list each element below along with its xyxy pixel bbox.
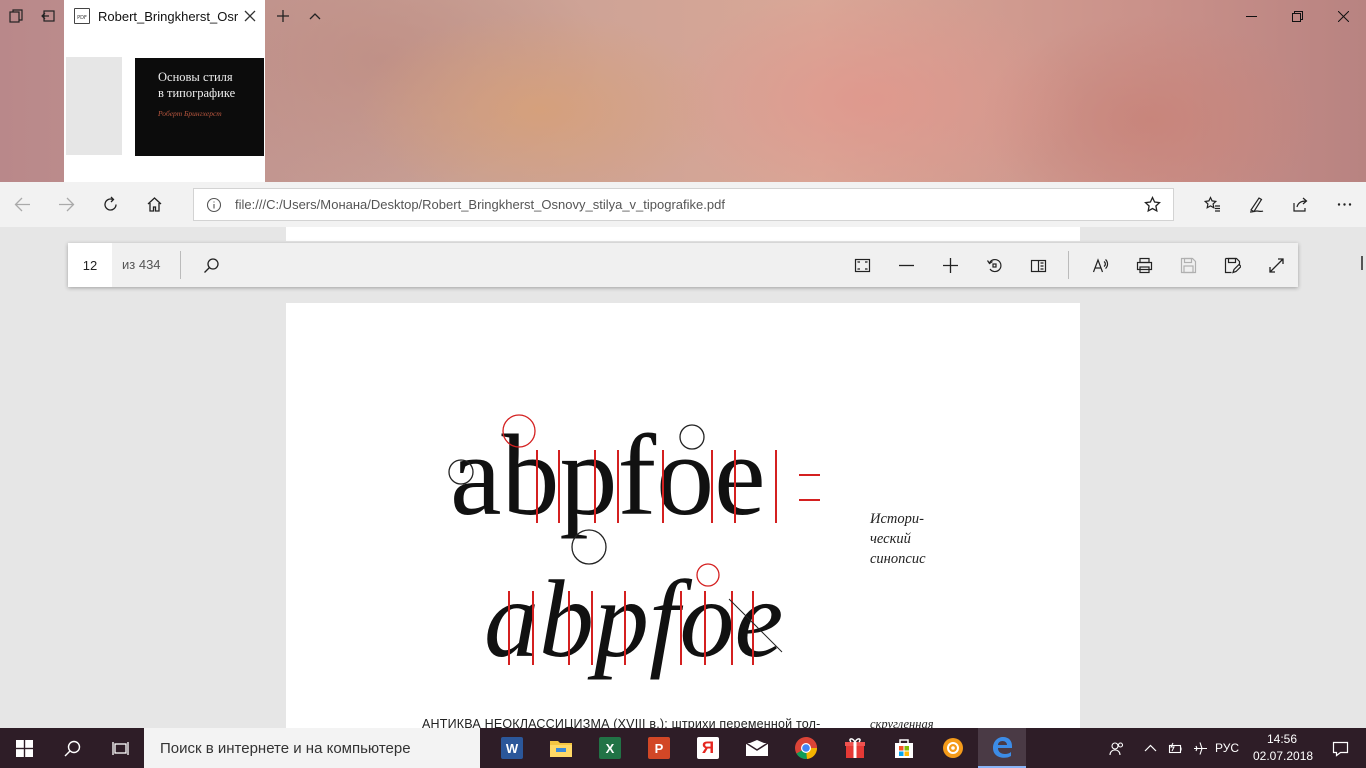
tab-preview: Основы стиля в типографике Роберт Брингх… (64, 57, 265, 157)
action-center-icon[interactable] (1316, 728, 1364, 768)
page-layout-icon[interactable] (1016, 243, 1060, 287)
pdf-page: abpfoe abpfoe Истори- ческий синопсис АН… (286, 303, 1080, 728)
letterform-figure: abpfoe abpfoe (448, 412, 820, 680)
clock-date: 02.07.2018 (1253, 749, 1314, 763)
store-app-icon[interactable] (880, 728, 928, 768)
pdf-toolbar: 12 из 434 (68, 243, 1298, 287)
close-tab-icon[interactable] (243, 9, 257, 23)
forward-button[interactable] (44, 182, 88, 227)
tab-manager-icon[interactable] (0, 0, 32, 32)
close-window-button[interactable] (1320, 0, 1366, 32)
input-language[interactable]: РУС (1215, 728, 1239, 768)
task-view-icon[interactable] (96, 728, 144, 768)
preview-blank-page (66, 57, 122, 155)
italic-letters: abpfoe (484, 558, 783, 680)
zoom-out-icon[interactable] (884, 243, 928, 287)
home-button[interactable] (132, 182, 176, 227)
zoom-in-icon[interactable] (928, 243, 972, 287)
save-as-icon[interactable] (1210, 243, 1254, 287)
tab-title: Robert_Bringkherst_Osr (98, 8, 238, 24)
fullscreen-icon[interactable] (1254, 243, 1298, 287)
favorites-hub-icon[interactable] (1190, 182, 1234, 227)
active-tab[interactable]: PDF Robert_Bringkherst_Osr Основы стиля … (64, 0, 265, 182)
new-tab-button[interactable] (267, 0, 299, 32)
clock-time: 14:56 (1266, 732, 1298, 746)
start-windows-icon[interactable] (0, 728, 48, 768)
back-button[interactable] (0, 182, 44, 227)
preview-book-author: Роберт Брингхерст (158, 109, 222, 118)
page-total: из 434 (122, 257, 161, 272)
yandex-app-icon[interactable]: Я (684, 728, 732, 768)
more-options-icon[interactable] (1322, 182, 1366, 227)
taskbar: Поиск в интернете и на компьютере W X P … (0, 728, 1366, 768)
scrollbar-thumb[interactable] (1361, 256, 1363, 270)
favorite-star-icon[interactable] (1144, 195, 1161, 213)
taskbar-search-box[interactable]: Поиск в интернете и на компьютере (144, 728, 480, 768)
preview-book-cover: Основы стиля в типографике Роберт Брингх… (135, 58, 264, 156)
edge-app-icon[interactable] (978, 728, 1026, 768)
chrome-app-icon[interactable] (782, 728, 830, 768)
side-note: Истори- ческий синопсис (870, 511, 926, 567)
set-aside-tabs-icon[interactable] (32, 0, 64, 32)
search-icon[interactable] (189, 243, 233, 287)
refresh-button[interactable] (88, 182, 132, 227)
minimize-button[interactable] (1228, 0, 1274, 32)
file-explorer-icon[interactable] (537, 728, 585, 768)
caption-side-note: скругленная (870, 717, 934, 728)
address-bar[interactable]: file:///C:/Users/Монана/Desktop/Robert_B… (193, 188, 1174, 221)
pdf-file-icon: PDF (74, 8, 90, 24)
people-icon[interactable] (1103, 728, 1129, 768)
battery-icon[interactable] (1162, 728, 1188, 768)
powerpoint-app-icon[interactable]: P (635, 728, 683, 768)
read-aloud-icon[interactable] (1078, 243, 1122, 287)
airplane-mode-icon[interactable] (1187, 728, 1213, 768)
share-icon[interactable] (1278, 182, 1322, 227)
search-icon[interactable] (48, 728, 96, 768)
preview-book-title: Основы стиля в типографике (158, 70, 236, 100)
show-tab-previews-icon[interactable] (299, 0, 331, 32)
web-note-pen-icon[interactable] (1234, 182, 1278, 227)
settings-app-icon[interactable] (929, 728, 977, 768)
rotate-icon[interactable] (972, 243, 1016, 287)
url-text[interactable]: file:///C:/Users/Монана/Desktop/Robert_B… (235, 197, 725, 212)
figure-caption: АНТИКВА НЕОКЛАССИЦИЗМА (XVIII в.): штрих… (422, 717, 821, 728)
excel-app-icon[interactable]: X (586, 728, 634, 768)
save-icon[interactable] (1166, 243, 1210, 287)
show-hidden-icons-icon[interactable] (1137, 728, 1163, 768)
info-icon[interactable] (206, 197, 222, 213)
gift-app-icon[interactable] (831, 728, 879, 768)
toolbar-divider (1068, 251, 1069, 279)
window-titlebar: PDF Robert_Bringkherst_Osr Основы стиля … (0, 0, 1366, 182)
clock[interactable]: 14:56 02.07.2018 (1253, 731, 1314, 765)
previous-page-bottom (286, 227, 1080, 241)
navigation-bar: file:///C:/Users/Монана/Desktop/Robert_B… (0, 182, 1366, 227)
restore-button[interactable] (1274, 0, 1320, 32)
page-number-input[interactable]: 12 (68, 243, 112, 287)
pdf-viewer: abpfoe abpfoe Истори- ческий синопсис АН… (0, 227, 1366, 728)
toolbar-divider (180, 251, 181, 279)
word-app-icon[interactable]: W (488, 728, 536, 768)
fit-page-icon[interactable] (840, 243, 884, 287)
roman-letters: abpfoe (450, 412, 766, 540)
mail-app-icon[interactable] (733, 728, 781, 768)
print-icon[interactable] (1122, 243, 1166, 287)
